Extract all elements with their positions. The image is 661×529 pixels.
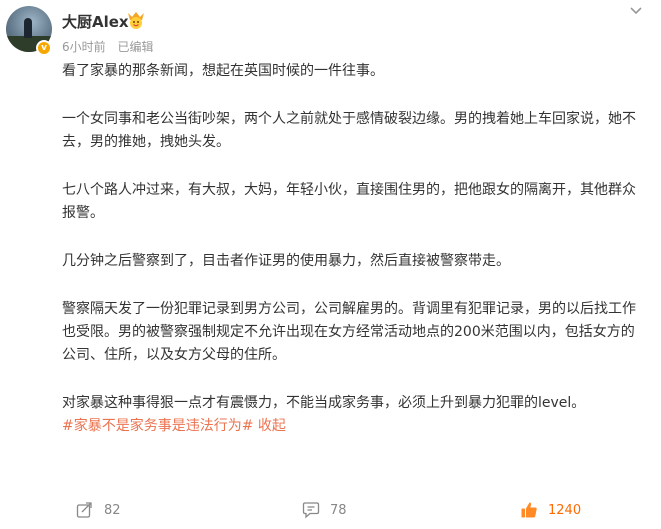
hashtag-link[interactable]: #家暴不是家务事是违法行为# bbox=[62, 418, 253, 434]
like-button[interactable]: 1240 bbox=[520, 501, 581, 519]
paragraph: 七八个路人冲过来，有大叔，大妈，年轻小伙，直接围住男的，把他跟女的隔离开，其他群… bbox=[62, 182, 636, 221]
comment-count: 78 bbox=[330, 502, 347, 518]
post-time[interactable]: 6小时前 bbox=[62, 40, 106, 54]
vip-badge-icon[interactable] bbox=[126, 11, 146, 29]
thumbs-up-icon bbox=[521, 502, 537, 518]
collapse-link[interactable]: 收起 bbox=[258, 418, 286, 434]
forward-icon bbox=[76, 502, 92, 518]
tag-line: #家暴不是家务事是违法行为# 收起 bbox=[62, 415, 642, 438]
edited-label[interactable]: 已编辑 bbox=[117, 40, 153, 54]
action-bar: 82 78 1240 bbox=[0, 497, 661, 525]
forward-count: 82 bbox=[104, 502, 121, 518]
comment-icon bbox=[302, 502, 320, 519]
chevron-down-icon[interactable] bbox=[628, 3, 644, 19]
paragraph: 一个女同事和老公当街吵架，两个人之前就处于感情破裂边缘。男的拽着她上车回家说，她… bbox=[62, 111, 636, 150]
verified-badge: v bbox=[36, 40, 52, 56]
like-count: 1240 bbox=[548, 502, 582, 518]
paragraph: 几分钟之后警察到了，目击者作证男的使用暴力，然后直接被警察带走。 bbox=[62, 253, 510, 269]
paragraph: 对家暴这种事得狠一点才有震慑力，不能当成家务事，必须上升到暴力犯罪的level。 bbox=[62, 395, 586, 411]
comment-button[interactable]: 78 bbox=[302, 501, 347, 519]
paragraph: 警察隔天发了一份犯罪记录到男方公司，公司解雇男的。背调里有犯罪记录，男的以后找工… bbox=[62, 301, 636, 363]
post-content: 看了家暴的那条新闻，想起在英国时候的一件往事。 一个女同事和老公当街吵架，两个人… bbox=[62, 60, 642, 438]
avatar-figure bbox=[24, 18, 32, 38]
forward-button[interactable]: 82 bbox=[76, 501, 121, 519]
paragraph: 看了家暴的那条新闻，想起在英国时候的一件往事。 bbox=[62, 63, 384, 79]
username[interactable]: 大厨Alex bbox=[62, 11, 129, 32]
post-meta: 6小时前 已编辑 bbox=[62, 38, 161, 55]
